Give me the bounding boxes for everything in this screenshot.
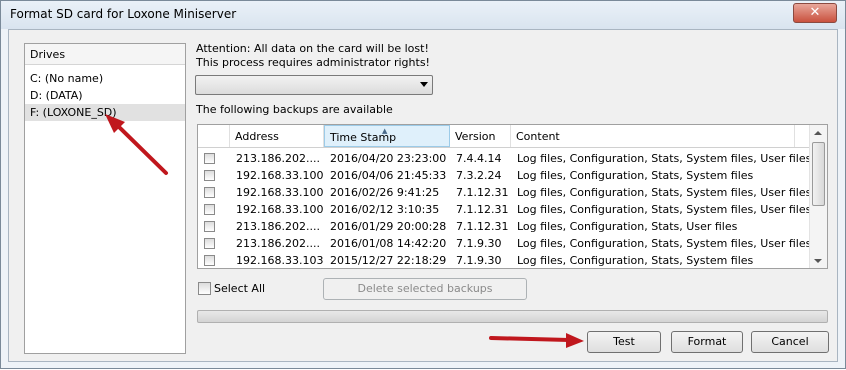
chevron-down-icon (420, 82, 428, 87)
cell-timestamp: 2016/01/08 14:42:20 (330, 237, 447, 250)
cancel-button[interactable]: Cancel (751, 331, 829, 353)
cell-version: 7.1.12.31 (456, 203, 509, 216)
cell-content: Log files, Configuration, Stats, System … (517, 237, 812, 250)
attention-line-1: Attention: All data on the card will be … (196, 42, 429, 55)
format-button[interactable]: Format (671, 331, 743, 353)
cell-version: 7.1.9.30 (456, 237, 502, 250)
cell-version: 7.1.9.30 (456, 254, 502, 267)
table-header: Address ▲ Time Stamp Version Content (198, 125, 810, 148)
table-row[interactable]: 192.168.33.100 2016/04/06 21:45:33 7.3.2.2… (198, 167, 810, 184)
header-checkbox-column (198, 125, 230, 147)
drive-item-f[interactable]: F: (LOXONE_SD) (25, 104, 185, 121)
cell-content: Log files, Configuration, Stats, System … (517, 186, 812, 199)
drive-label: F: (LOXONE_SD) (30, 106, 117, 119)
cell-timestamp: 2016/04/20 23:23:00 (330, 152, 447, 165)
drive-label: C: (No name) (30, 72, 104, 85)
cell-timestamp: 2016/02/12 3:10:35 (330, 203, 440, 216)
select-all-label[interactable]: Select All (214, 282, 265, 295)
cell-content: Log files, Configuration, Stats, User fi… (517, 220, 738, 233)
backups-label: The following backups are available (196, 103, 393, 116)
dialog-client-area: Drives C: (No name) D: (DATA) F: (LOXONE… (8, 29, 838, 362)
row-checkbox[interactable] (204, 255, 215, 266)
table-row[interactable]: 213.186.202.... 2016/01/29 20:00:28 7.1.12… (198, 218, 810, 235)
drive-item-c[interactable]: C: (No name) (25, 70, 185, 87)
header-address[interactable]: Address (230, 125, 324, 147)
cell-address: 192.168.33.103 (236, 254, 324, 267)
cell-timestamp: 2015/12/27 22:18:29 (330, 254, 447, 267)
table-row[interactable]: 213.186.202.... 2016/04/20 23:23:00 7.4.4.… (198, 150, 812, 167)
header-content[interactable]: Content (511, 125, 795, 147)
table-scrollbar[interactable] (809, 125, 827, 268)
header-version[interactable]: Version (450, 125, 511, 147)
cell-timestamp: 2016/01/29 20:00:28 (330, 220, 447, 233)
test-button[interactable]: Test (587, 331, 661, 353)
header-timestamp[interactable]: ▲ Time Stamp (324, 125, 450, 147)
format-sd-dialog: Format SD card for Loxone Miniserver ✕ D… (0, 0, 846, 369)
backup-source-dropdown[interactable] (195, 75, 433, 95)
row-checkbox[interactable] (204, 153, 215, 164)
table-row[interactable]: 192.168.33.100 2016/02/12 3:10:35 7.1.12.3… (198, 201, 812, 218)
drives-header-label: Drives (30, 48, 66, 61)
cell-address: 213.186.202.... (236, 237, 320, 250)
table-row[interactable]: 213.186.202.... 2016/01/08 14:42:20 7.1.9.… (198, 235, 812, 252)
cell-content: Log files, Configuration, Stats, System … (517, 254, 754, 267)
window-title: Format SD card for Loxone Miniserver (10, 7, 237, 21)
cell-content: Log files, Configuration, Stats, System … (517, 152, 812, 165)
cell-version: 7.4.4.14 (456, 152, 502, 165)
cell-address: 192.168.33.100 (236, 169, 324, 182)
row-checkbox[interactable] (204, 204, 215, 215)
cell-timestamp: 2016/04/06 21:45:33 (330, 169, 447, 182)
cell-address: 213.186.202.... (236, 220, 320, 233)
drives-header: Drives (25, 44, 185, 65)
cell-timestamp: 2016/02/26 9:41:25 (330, 186, 440, 199)
row-checkbox[interactable] (204, 170, 215, 181)
row-checkbox[interactable] (204, 238, 215, 249)
cell-content: Log files, Configuration, Stats, System … (517, 169, 754, 182)
scroll-down-icon[interactable] (814, 259, 822, 263)
cell-version: 7.1.12.31 (456, 220, 509, 233)
cell-address: 192.168.33.100 (236, 186, 324, 199)
drive-item-d[interactable]: D: (DATA) (25, 87, 185, 104)
table-row[interactable]: 192.168.33.100 2016/02/26 9:41:25 7.1.12.3… (198, 184, 812, 201)
scroll-thumb[interactable] (812, 142, 825, 206)
attention-line-2: This process requires administrator righ… (196, 56, 430, 69)
row-checkbox[interactable] (204, 221, 215, 232)
cell-version: 7.3.2.24 (456, 169, 502, 182)
scroll-up-icon[interactable] (814, 131, 822, 135)
cell-address: 192.168.33.100 (236, 203, 324, 216)
row-checkbox[interactable] (204, 187, 215, 198)
drives-list: Drives C: (No name) D: (DATA) F: (LOXONE… (24, 43, 186, 354)
progress-bar (197, 310, 828, 323)
select-all-checkbox[interactable] (198, 282, 211, 295)
close-button[interactable]: ✕ (793, 3, 837, 23)
backups-table: Address ▲ Time Stamp Version Content 213.… (197, 124, 828, 269)
delete-selected-backups-button[interactable]: Delete selected backups (323, 278, 527, 300)
title-bar: Format SD card for Loxone Miniserver ✕ (1, 1, 845, 29)
cell-version: 7.1.12.31 (456, 186, 509, 199)
table-row[interactable]: 192.168.33.103 2015/12/27 22:18:29 7.1.9.3… (198, 252, 810, 268)
cell-content: Log files, Configuration, Stats, System … (517, 203, 812, 216)
attention-text: Attention: All data on the card will be … (196, 42, 430, 70)
drive-label: D: (DATA) (30, 89, 83, 102)
cell-address: 213.186.202.... (236, 152, 320, 165)
